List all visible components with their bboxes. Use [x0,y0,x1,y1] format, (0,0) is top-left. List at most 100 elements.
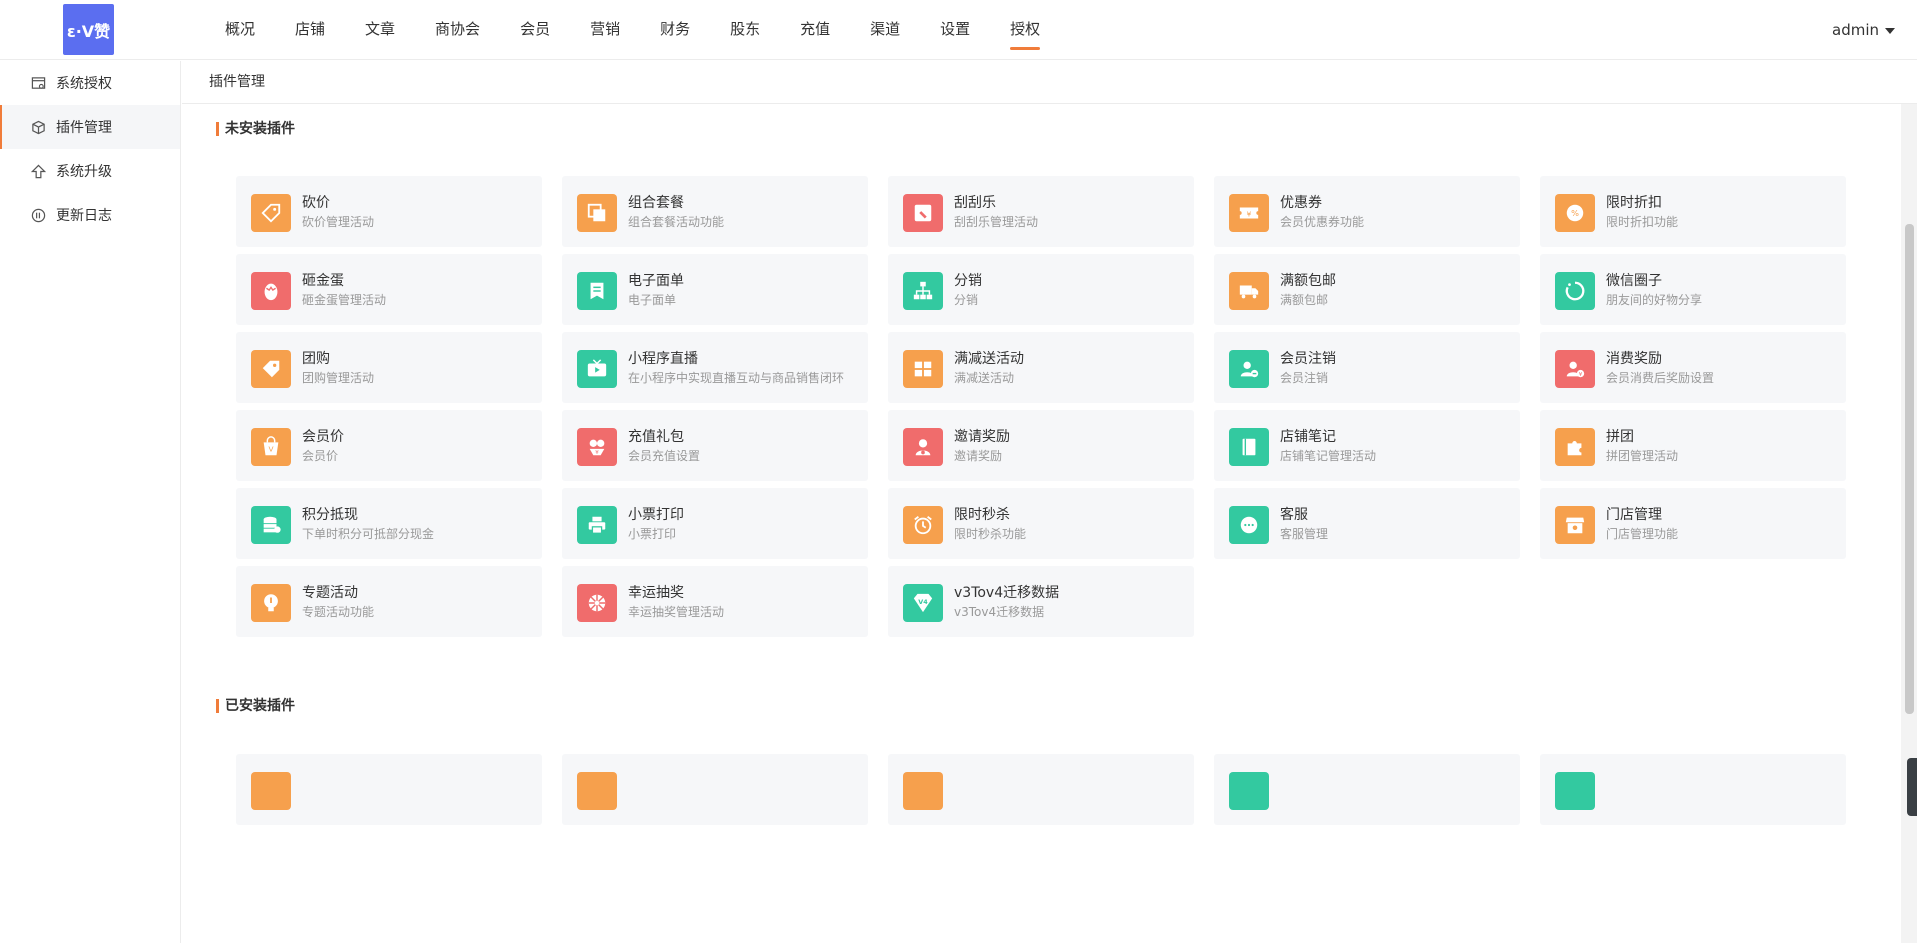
circle-icon [1555,272,1595,310]
page-scrollbar[interactable] [1901,104,1917,943]
plugin-card[interactable]: 满减送活动 满减送活动 [888,332,1194,403]
svg-text:¥: ¥ [1247,210,1252,219]
caret-down-icon [1885,27,1895,34]
changelog-icon [30,207,46,223]
plugin-name: 积分抵现 [302,507,358,523]
plugin-card[interactable]: 小票打印 小票打印 [562,488,868,559]
plugin-card[interactable]: 砸金蛋 砸金蛋管理活动 [236,254,542,325]
nav-item-10[interactable]: 设置 [940,0,970,60]
golden-egg-icon [251,272,291,310]
plugin-name: 组合套餐 [628,195,684,211]
brand-logo[interactable]: ε·V赞 [63,4,114,55]
sidebar-item-0[interactable]: 系统授权 [0,61,180,105]
plugin-card[interactable]: 分销 分销 [888,254,1194,325]
nav-item-5[interactable]: 营销 [590,0,620,60]
plugin-icon [1555,772,1595,810]
nav-item-3[interactable]: 商协会 [435,0,480,60]
waybill-icon [577,272,617,310]
plugin-card[interactable]: V 会员价 会员价 [236,410,542,481]
plugin-card[interactable]: 砍价 砍价管理活动 [236,176,542,247]
plugin-card[interactable]: 刮刮乐 刮刮乐管理活动 [888,176,1194,247]
plugin-description: 幸运抽奖管理活动 [628,605,725,619]
plugin-card[interactable]: 满额包邮 满额包邮 [1214,254,1520,325]
sidebar-item-label: 系统授权 [56,76,112,92]
plugin-description: 限时折扣功能 [1606,215,1679,229]
installed-plugin-card[interactable] [1540,754,1846,825]
plugin-description: 分销 [954,293,979,307]
user-menu[interactable]: admin [1832,0,1895,60]
nav-item-4[interactable]: 会员 [520,0,550,60]
plugin-name: 限时折扣 [1606,195,1662,211]
sidebar-item-1[interactable]: 插件管理 [0,105,180,149]
installed-plugin-card[interactable] [562,754,868,825]
plugin-card[interactable]: 拼团 拼团管理活动 [1540,410,1846,481]
plugin-description: 小票打印 [628,527,677,541]
plugin-name: 会员注销 [1280,351,1336,367]
plugin-card[interactable]: 客服 客服管理 [1214,488,1520,559]
coins-icon [251,506,291,544]
nav-item-8[interactable]: 充值 [800,0,830,60]
plugin-description: 限时秒杀功能 [954,527,1027,541]
sidebar-item-3[interactable]: 更新日志 [0,193,180,237]
plugin-card[interactable]: 会员注销 会员注销 [1214,332,1520,403]
nav-item-11[interactable]: 授权 [1010,0,1041,60]
installed-plugin-card[interactable] [888,754,1194,825]
plugin-name: 会员价 [302,429,344,445]
plugin-card[interactable]: % 限时折扣限时折扣功能 [1540,176,1846,247]
plugin-card[interactable]: 积分抵现 下单时积分可抵部分现金 [236,488,542,559]
plugin-card[interactable]: ¥ 消费奖励 会员消费后奖励设置 [1540,332,1846,403]
plugin-icon [1229,772,1269,810]
plugin-card[interactable]: ¥ 优惠券 会员优惠券功能 [1214,176,1520,247]
plugin-card[interactable]: 团购 团购管理活动 [236,332,542,403]
plugin-card[interactable]: 店铺笔记 店铺笔记管理活动 [1214,410,1520,481]
plugin-card[interactable]: 组合套餐 组合套餐活动功能 [562,176,868,247]
plugin-card[interactable]: 邀请奖励 邀请奖励 [888,410,1194,481]
nav-item-6[interactable]: 财务 [660,0,690,60]
svg-text:V: V [268,445,273,454]
store-icon [1555,506,1595,544]
plugin-card[interactable]: 限时秒杀 限时秒杀功能 [888,488,1194,559]
installed-plugin-card[interactable] [236,754,542,825]
svg-text:%: % [1571,208,1579,218]
plugin-card[interactable]: 电子面单 电子面单 [562,254,868,325]
puzzle-icon [1555,428,1595,466]
plugin-name: 专题活动 [302,585,358,601]
nav-item-0[interactable]: 概况 [225,0,255,60]
bulb-icon [251,584,291,622]
nav-item-2[interactable]: 文章 [365,0,395,60]
plugin-description: 客服管理 [1280,527,1329,541]
lucky-wheel-icon [577,584,617,622]
sidebar-item-2[interactable]: 系统升级 [0,149,180,193]
chat-icon [1229,506,1269,544]
plugin-card[interactable]: 小程序直播 在小程序中实现直播互动与商品销售闭环 [562,332,868,403]
nav-item-1[interactable]: 店铺 [295,0,325,60]
svg-text:¥: ¥ [1579,372,1583,378]
v4-badge-icon: V4 [903,584,943,622]
section-title-uninstalled: 未安装插件 [216,121,295,137]
installed-plugin-card[interactable] [1214,754,1520,825]
scratch-card-icon [903,194,943,232]
truck-icon [1229,272,1269,310]
plugin-card[interactable]: 门店管理 门店管理功能 [1540,488,1846,559]
floating-widget-handle[interactable] [1907,758,1917,816]
gift-pack-icon: ¥ [577,428,617,466]
nav-item-7[interactable]: 股东 [730,0,760,60]
user-cancel-icon [1229,350,1269,388]
nav-item-9[interactable]: 渠道 [870,0,900,60]
plugin-name: v3Tov4迁移数据 [954,585,1060,601]
hierarchy-icon [903,272,943,310]
plugin-card[interactable]: V4 v3Tov4迁移数据 v3Tov4迁移数据 [888,566,1194,637]
plugin-description: 团购管理活动 [302,371,375,385]
scroll-thumb[interactable] [1905,224,1914,714]
plugin-card[interactable]: 微信圈子 朋友间的好物分享 [1540,254,1846,325]
plugin-card[interactable]: 专题活动 专题活动功能 [236,566,542,637]
plugin-card[interactable]: 幸运抽奖 幸运抽奖管理活动 [562,566,868,637]
plugin-name: 客服 [1280,507,1308,523]
plugin-card[interactable]: ¥ 充值礼包 会员充值设置 [562,410,868,481]
main-content: 未安装插件 砍价 砍价管理活动 组合套餐 组合套餐活动功能 刮刮乐 刮刮乐管理活动 ¥ 优惠券… [182,104,1901,943]
plugin-name: 电子面单 [628,273,684,289]
plugin-description: 会员价 [302,449,339,463]
plugin-name: 刮刮乐 [954,195,996,211]
plugin-description: v3Tov4迁移数据 [954,605,1045,619]
plugin-description: 满减送活动 [954,371,1015,385]
